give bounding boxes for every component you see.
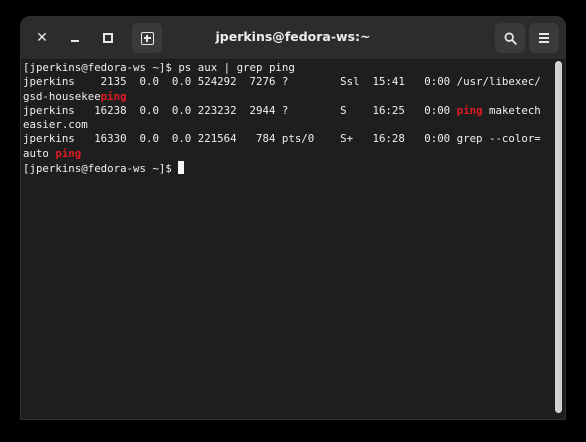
headerbar: ✕ jperkins@fedora-ws:~ [21,17,565,60]
terminal-line: gsd-housekeeping [23,90,553,104]
terminal-text: gsd-housekee [23,89,101,103]
terminal-line: [jperkins@fedora-ws ~]$ [23,161,553,175]
grep-match-text: ping [456,103,483,117]
terminal-text: maketech [482,103,541,117]
scrollbar[interactable] [555,61,562,413]
terminal-output[interactable]: [jperkins@fedora-ws ~]$ ps aux | grep pi… [23,61,553,419]
terminal-text: [jperkins@fedora-ws ~]$ ps aux | grep pi… [23,61,295,74]
terminal-line: easier.com [23,118,553,132]
search-icon [504,32,517,45]
window-title: jperkins@fedora-ws:~ [215,29,371,44]
terminal-text: jperkins 16238 0.0 0.0 223232 2944 ? S 1… [23,103,457,117]
terminal-text: [jperkins@fedora-ws ~]$ [23,162,179,176]
terminal-text: jperkins 16330 0.0 0.0 221564 784 pts/0 … [23,132,541,146]
terminal-line: jperkins 2135 0.0 0.0 524292 7276 ? Ssl … [23,75,553,89]
terminal-text: easier.com [23,118,88,132]
search-button[interactable] [495,23,525,53]
hamburger-menu-icon [539,31,549,45]
terminal-text: auto [23,146,56,160]
grep-match-text: ping [100,89,127,103]
text-cursor [178,161,185,175]
menu-button[interactable] [529,23,559,53]
terminal-window: ✕ jperkins@fedora-ws:~ [jperkins@fedora-… [21,17,565,419]
grep-match-text: ping [55,146,82,160]
terminal-line: jperkins 16238 0.0 0.0 223232 2944 ? S 1… [23,104,553,118]
terminal-line: [jperkins@fedora-ws ~]$ ps aux | grep pi… [23,61,553,75]
terminal-text: jperkins 2135 0.0 0.0 524292 7276 ? Ssl … [23,75,541,89]
terminal-line: jperkins 16330 0.0 0.0 221564 784 pts/0 … [23,132,553,146]
terminal-line: auto ping [23,147,553,161]
